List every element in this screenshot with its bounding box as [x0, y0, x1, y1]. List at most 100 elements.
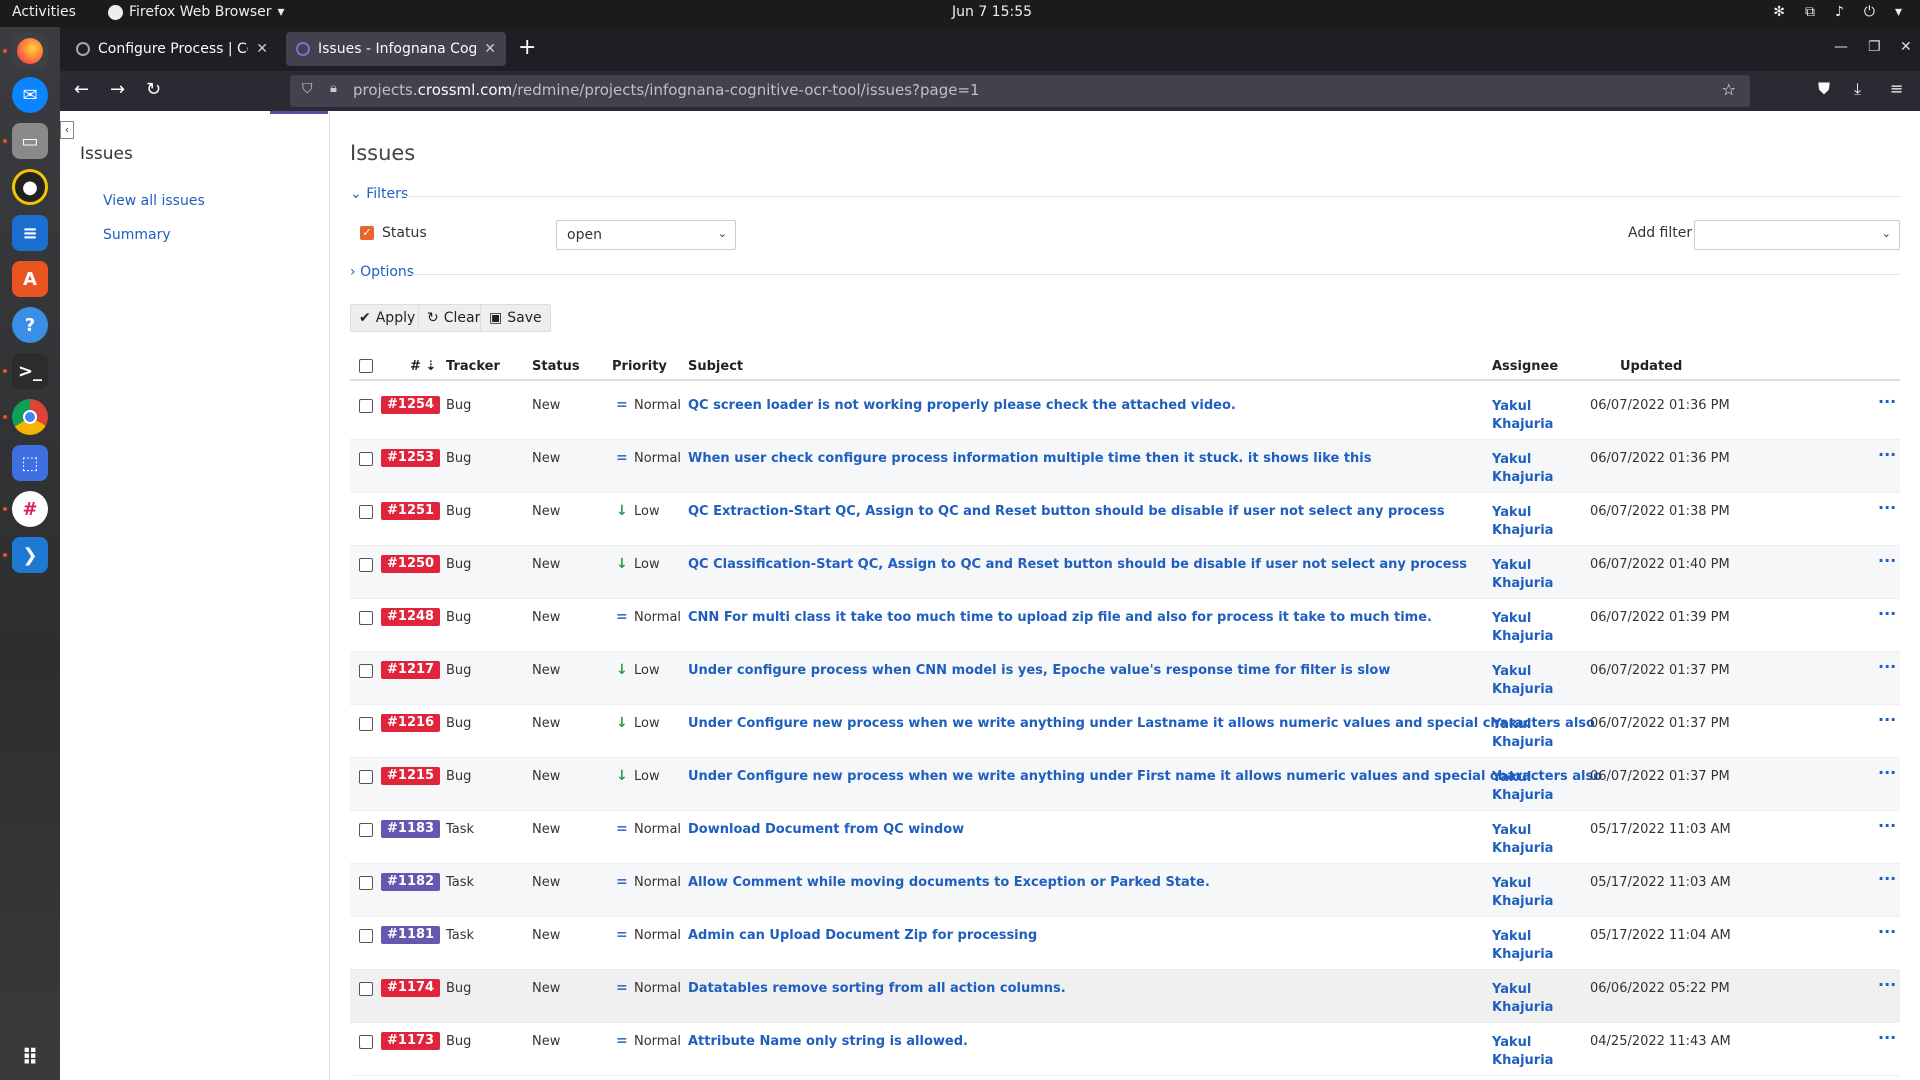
thunderbird-icon[interactable]: ✉	[12, 77, 48, 113]
issue-subject-link[interactable]: QC screen loader is not working properly…	[688, 398, 1236, 413]
chrome-icon[interactable]	[12, 399, 48, 435]
assignee-link[interactable]: Yakul Khajuria	[1492, 875, 1562, 911]
row-checkbox[interactable]	[359, 929, 373, 943]
network-icon[interactable]: ⧉	[1805, 4, 1815, 20]
issue-subject-link[interactable]: QC Classification-Start QC, Assign to QC…	[688, 557, 1467, 572]
issue-subject-link[interactable]: Download Document from QC window	[688, 822, 964, 837]
more-actions-icon[interactable]: ···	[1878, 445, 1896, 464]
assignee-link[interactable]: Yakul Khajuria	[1492, 928, 1562, 964]
assignee-link[interactable]: Yakul Khajuria	[1492, 557, 1562, 593]
rhythmbox-icon[interactable]: ●	[12, 169, 48, 205]
reload-icon[interactable]: ↻	[146, 79, 161, 100]
issue-id-link[interactable]: #1216	[381, 714, 441, 732]
forward-icon[interactable]: →	[110, 79, 125, 100]
row-checkbox[interactable]	[359, 452, 373, 466]
assignee-link[interactable]: Yakul Khajuria	[1492, 398, 1562, 434]
collapse-sidebar-icon[interactable]: ‹	[60, 121, 74, 139]
options-toggle[interactable]: › Options	[350, 264, 414, 280]
minimize-icon[interactable]: —	[1834, 39, 1848, 55]
table-row[interactable]: #1216 Bug New ↓ Low Under Configure new proce…	[350, 705, 1900, 758]
issue-id-link[interactable]: #1183	[381, 820, 441, 838]
issue-id-link[interactable]: #1248	[381, 608, 441, 626]
pocket-icon[interactable]: ⛊	[1818, 79, 1830, 99]
tracker-column-header[interactable]: Tracker	[446, 359, 500, 374]
assignee-link[interactable]: Yakul Khajuria	[1492, 981, 1562, 1017]
downloads-icon[interactable]: ⤓	[1854, 79, 1861, 99]
more-actions-icon[interactable]: ···	[1878, 975, 1896, 994]
issue-id-link[interactable]: #1251	[381, 502, 441, 520]
table-row[interactable]: #1251 Bug New ↓ Low QC Extraction-Start QC, A…	[350, 493, 1900, 546]
view-all-issues-link[interactable]: View all issues	[103, 193, 205, 209]
select-all-checkbox[interactable]	[359, 359, 373, 373]
table-row[interactable]: #1181 Task New = Normal Admin can Upload Docu…	[350, 917, 1900, 970]
chevron-down-icon[interactable]: ▾	[1895, 4, 1902, 20]
screenshot-icon[interactable]: ⬚	[12, 445, 48, 481]
assignee-link[interactable]: Yakul Khajuria	[1492, 769, 1562, 805]
more-actions-icon[interactable]: ···	[1878, 604, 1896, 623]
more-actions-icon[interactable]: ···	[1878, 392, 1896, 411]
menu-icon[interactable]: ≡	[1890, 79, 1903, 98]
tab-configure-process[interactable]: Configure Process | Cogn ✕	[66, 32, 278, 66]
row-checkbox[interactable]	[359, 558, 373, 572]
more-actions-icon[interactable]: ···	[1878, 551, 1896, 570]
issue-id-link[interactable]: #1253	[381, 449, 441, 467]
more-actions-icon[interactable]: ···	[1878, 816, 1896, 835]
clear-button[interactable]: ↻ Clear	[418, 304, 490, 332]
issue-id-link[interactable]: #1181	[381, 926, 441, 944]
slack-icon[interactable]: #	[12, 491, 48, 527]
assignee-link[interactable]: Yakul Khajuria	[1492, 504, 1562, 540]
assignee-link[interactable]: Yakul Khajuria	[1492, 822, 1562, 858]
table-row[interactable]: #1173 Bug New = Normal Attribute Name only st…	[350, 1023, 1900, 1076]
power-icon[interactable]: ⏻	[1864, 4, 1875, 20]
back-icon[interactable]: ←	[74, 79, 89, 100]
table-row[interactable]: #1182 Task New = Normal Allow Comment while m…	[350, 864, 1900, 917]
issue-subject-link[interactable]: Datatables remove sorting from all actio…	[688, 981, 1066, 996]
activities-button[interactable]: Activities	[12, 4, 76, 20]
lock-icon[interactable]: 🔒︎	[330, 81, 337, 96]
table-row[interactable]: #1174 Bug New = Normal Datatables remove sort…	[350, 970, 1900, 1023]
url-bar[interactable]: ⛉ 🔒︎ projects.crossml.com/redmine/projec…	[290, 75, 1750, 107]
volume-icon[interactable]: ♪	[1835, 4, 1844, 20]
table-row[interactable]: #1254 Bug New = Normal QC screen loader is no…	[350, 387, 1900, 440]
more-actions-icon[interactable]: ···	[1878, 869, 1896, 888]
apply-button[interactable]: ✔ Apply	[350, 304, 425, 332]
row-checkbox[interactable]	[359, 717, 373, 731]
issue-subject-link[interactable]: Under Configure new process when we writ…	[688, 716, 1595, 731]
more-actions-icon[interactable]: ···	[1878, 922, 1896, 941]
issue-subject-link[interactable]: CNN For multi class it take too much tim…	[688, 610, 1432, 625]
table-row[interactable]: #1215 Bug New ↓ Low Under Configure new proce…	[350, 758, 1900, 811]
issue-id-link[interactable]: #1215	[381, 767, 441, 785]
more-actions-icon[interactable]: ···	[1878, 763, 1896, 782]
issue-id-link[interactable]: #1174	[381, 979, 441, 997]
issue-subject-link[interactable]: Under configure process when CNN model i…	[688, 663, 1390, 678]
accessibility-icon[interactable]: ✻	[1773, 4, 1785, 20]
assignee-link[interactable]: Yakul Khajuria	[1492, 610, 1562, 646]
issue-subject-link[interactable]: Attribute Name only string is allowed.	[688, 1034, 968, 1049]
firefox-dock-icon[interactable]	[12, 33, 48, 69]
close-tab-icon[interactable]: ✕	[484, 41, 496, 57]
issue-subject-link[interactable]: When user check configure process inform…	[688, 451, 1372, 466]
issue-id-link[interactable]: #1173	[381, 1032, 441, 1050]
row-checkbox[interactable]	[359, 611, 373, 625]
assignee-link[interactable]: Yakul Khajuria	[1492, 663, 1562, 699]
table-row[interactable]: #1250 Bug New ↓ Low QC Classification-Start Q…	[350, 546, 1900, 599]
restore-icon[interactable]: ❐	[1868, 39, 1881, 55]
assignee-link[interactable]: Yakul Khajuria	[1492, 1034, 1562, 1070]
subject-column-header[interactable]: Subject	[688, 359, 743, 374]
priority-column-header[interactable]: Priority	[612, 359, 667, 374]
close-tab-icon[interactable]: ✕	[256, 41, 268, 57]
terminal-icon[interactable]: >_	[12, 353, 48, 389]
more-actions-icon[interactable]: ···	[1878, 1028, 1896, 1047]
writer-icon[interactable]: ≡	[12, 215, 48, 251]
issue-id-link[interactable]: #1254	[381, 396, 441, 414]
table-row[interactable]: #1217 Bug New ↓ Low Under configure process w…	[350, 652, 1900, 705]
issue-id-link[interactable]: #1182	[381, 873, 441, 891]
help-icon[interactable]: ?	[12, 307, 48, 343]
assignee-link[interactable]: Yakul Khajuria	[1492, 716, 1562, 752]
more-actions-icon[interactable]: ···	[1878, 498, 1896, 517]
summary-link[interactable]: Summary	[103, 227, 171, 243]
status-column-header[interactable]: Status	[532, 359, 580, 374]
clock[interactable]: Jun 7 15:55	[952, 4, 1032, 20]
issue-subject-link[interactable]: Admin can Upload Document Zip for proces…	[688, 928, 1037, 943]
vscode-icon[interactable]: ❯	[12, 537, 48, 573]
